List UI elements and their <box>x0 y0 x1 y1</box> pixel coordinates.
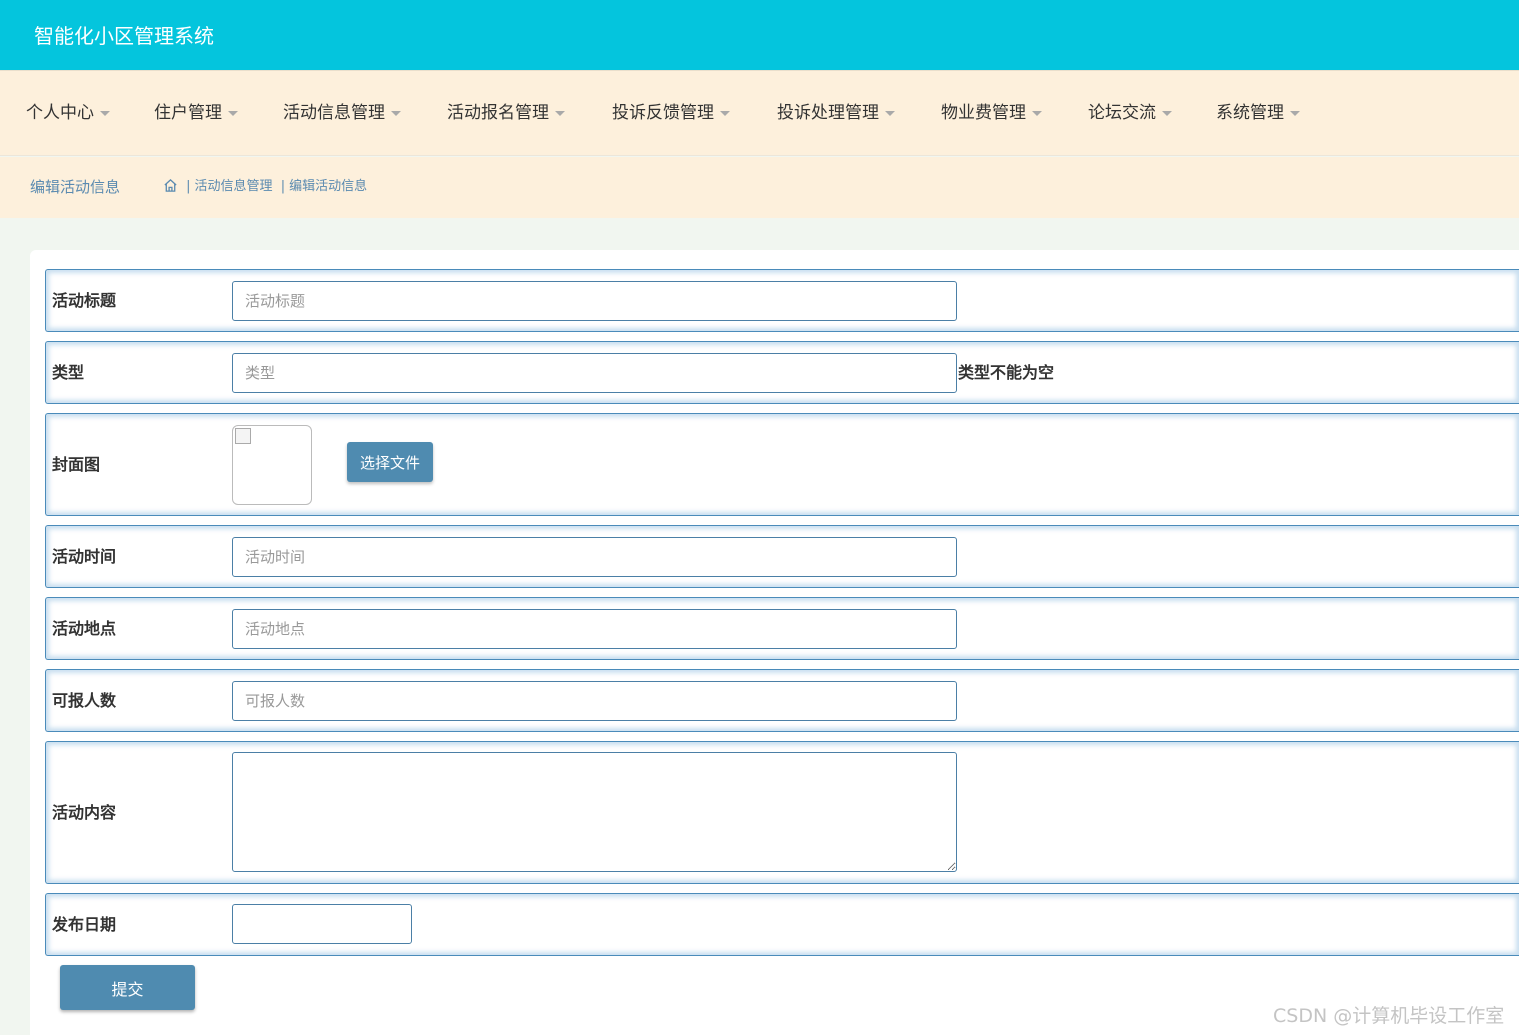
breadcrumb-path: | 活动信息管理 | 编辑活动信息 <box>163 178 367 196</box>
nav-item-label: 系统管理 <box>1216 103 1284 123</box>
nav-item-resident-management[interactable]: 住户管理 <box>154 99 238 127</box>
time-input[interactable] <box>232 537 957 577</box>
caret-down-icon <box>228 110 238 116</box>
nav-item-label: 住户管理 <box>154 103 222 123</box>
nav-item-activity-info-management[interactable]: 活动信息管理 <box>283 99 401 127</box>
breadcrumb-separator: | <box>186 179 191 194</box>
publish-date-label: 发布日期 <box>52 915 117 934</box>
nav-item-forum[interactable]: 论坛交流 <box>1088 99 1172 127</box>
caret-down-icon <box>1162 110 1172 116</box>
watermark: CSDN @计算机毕设工作室 <box>1273 1005 1505 1027</box>
form-row-content: 活动内容 <box>45 741 1519 884</box>
choose-file-button[interactable]: 选择文件 <box>347 442 433 482</box>
location-input[interactable] <box>232 609 957 649</box>
form-row-title: 活动标题 <box>45 269 1519 332</box>
nav-item-personal-center[interactable]: 个人中心 <box>26 99 110 127</box>
nav-item-activity-signup-management[interactable]: 活动报名管理 <box>447 99 565 127</box>
capacity-label: 可报人数 <box>52 691 117 710</box>
caret-down-icon <box>1032 110 1042 116</box>
publish-date-input[interactable] <box>232 904 412 944</box>
nav-item-property-fee-management[interactable]: 物业费管理 <box>941 99 1042 127</box>
type-label: 类型 <box>52 363 85 382</box>
home-icon[interactable] <box>163 178 178 194</box>
time-label: 活动时间 <box>52 547 117 566</box>
capacity-input[interactable] <box>232 681 957 721</box>
submit-button[interactable]: 提交 <box>60 965 195 1010</box>
breadcrumb: 编辑活动信息 | 活动信息管理 | 编辑活动信息 <box>0 157 1519 218</box>
nav-item-complaint-handling-management[interactable]: 投诉处理管理 <box>777 99 895 127</box>
nav-item-complaint-feedback-management[interactable]: 投诉反馈管理 <box>612 99 730 127</box>
app-title: 智能化小区管理系统 <box>34 24 214 48</box>
nav-item-label: 个人中心 <box>26 103 94 123</box>
page-title: 编辑活动信息 <box>30 178 121 196</box>
location-label: 活动地点 <box>52 619 117 638</box>
content-label: 活动内容 <box>52 803 117 822</box>
caret-down-icon <box>100 110 110 116</box>
top-nav: 个人中心 住户管理 活动信息管理 活动报名管理 投诉反馈管理 投诉处理管理 物业… <box>0 70 1519 156</box>
cover-image-preview <box>232 425 312 505</box>
caret-down-icon <box>1290 110 1300 116</box>
breadcrumb-separator: | <box>280 179 286 194</box>
nav-item-label: 物业费管理 <box>941 103 1026 123</box>
nav-item-system-management[interactable]: 系统管理 <box>1216 99 1300 127</box>
title-input[interactable] <box>232 281 957 321</box>
form-row-type: 类型 类型不能为空 <box>45 341 1519 404</box>
form-row-capacity: 可报人数 <box>45 669 1519 732</box>
nav-item-label: 论坛交流 <box>1088 103 1156 123</box>
form-row-cover: 封面图 选择文件 <box>45 413 1519 516</box>
content-textarea[interactable] <box>232 752 957 872</box>
caret-down-icon <box>555 110 565 116</box>
nav-item-label: 投诉处理管理 <box>777 103 879 123</box>
type-input[interactable] <box>232 353 957 393</box>
broken-image-icon <box>235 428 251 444</box>
cover-label: 封面图 <box>52 455 101 474</box>
caret-down-icon <box>885 110 895 116</box>
breadcrumb-link-activity-info-management[interactable]: 活动信息管理 <box>195 179 273 194</box>
nav-item-label: 活动报名管理 <box>447 103 549 123</box>
form-row-location: 活动地点 <box>45 597 1519 660</box>
type-error-message: 类型不能为空 <box>958 363 1055 382</box>
nav-item-label: 投诉反馈管理 <box>612 103 714 123</box>
form-row-time: 活动时间 <box>45 525 1519 588</box>
title-label: 活动标题 <box>52 291 117 310</box>
caret-down-icon <box>720 110 730 116</box>
nav-item-label: 活动信息管理 <box>283 103 385 123</box>
caret-down-icon <box>391 110 401 116</box>
form-row-publish-date: 发布日期 <box>45 893 1519 956</box>
app-header: 智能化小区管理系统 <box>0 0 1519 70</box>
breadcrumb-current: 编辑活动信息 <box>289 179 368 194</box>
